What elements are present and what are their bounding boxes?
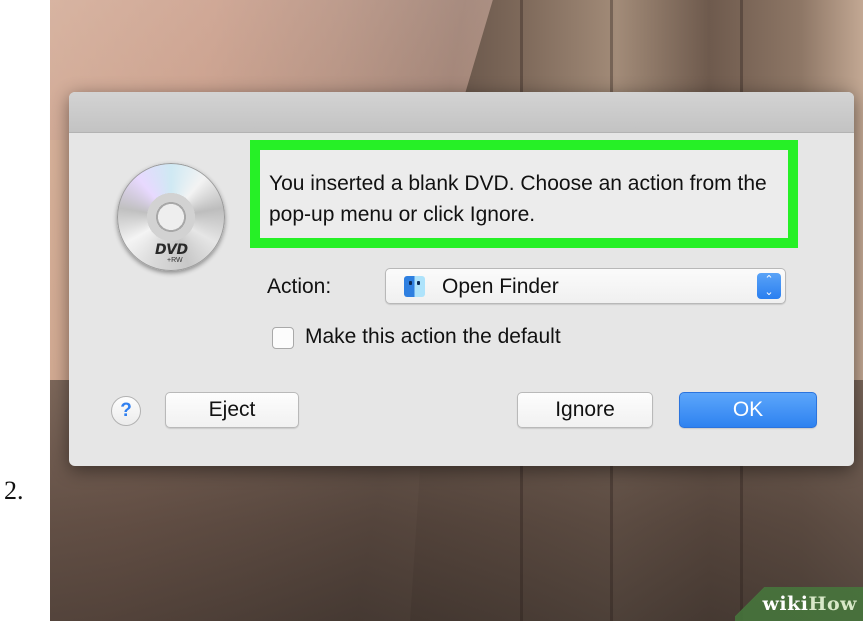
- disc-label: DVD: [155, 242, 188, 258]
- ignore-button[interactable]: Ignore: [517, 392, 653, 428]
- ok-button[interactable]: OK: [679, 392, 817, 428]
- eject-button[interactable]: Eject: [165, 392, 299, 428]
- action-label: Action:: [267, 275, 332, 298]
- chevron-up-down-icon[interactable]: ⌃ ⌄: [757, 273, 781, 299]
- default-action-checkbox-label[interactable]: Make this action the default: [305, 325, 561, 349]
- action-popup-menu[interactable]: Open Finder ⌃ ⌄: [385, 268, 786, 304]
- dialog-message-highlight: You inserted a blank DVD. Choose an acti…: [250, 140, 798, 248]
- wikihow-watermark: wiki How: [735, 587, 863, 621]
- watermark-text-wiki: wiki: [762, 593, 809, 615]
- step-number: 2.: [4, 476, 24, 505]
- watermark-text-how: How: [808, 593, 857, 615]
- dialog-message: You inserted a blank DVD. Choose an acti…: [269, 172, 767, 226]
- chevron-down-icon: ⌄: [764, 286, 774, 298]
- default-action-checkbox[interactable]: [272, 327, 294, 349]
- dvd-disc-icon: DVD +RW: [117, 163, 225, 271]
- dialog-titlebar[interactable]: [69, 92, 854, 133]
- chevron-up-icon: ⌃: [764, 274, 774, 286]
- finder-icon: [404, 276, 425, 297]
- blank-dvd-dialog: DVD +RW You inserted a blank DVD. Choose…: [69, 92, 854, 466]
- help-button[interactable]: ?: [111, 396, 141, 426]
- action-selected-value: Open Finder: [442, 275, 559, 298]
- disc-sublabel: +RW: [167, 257, 183, 264]
